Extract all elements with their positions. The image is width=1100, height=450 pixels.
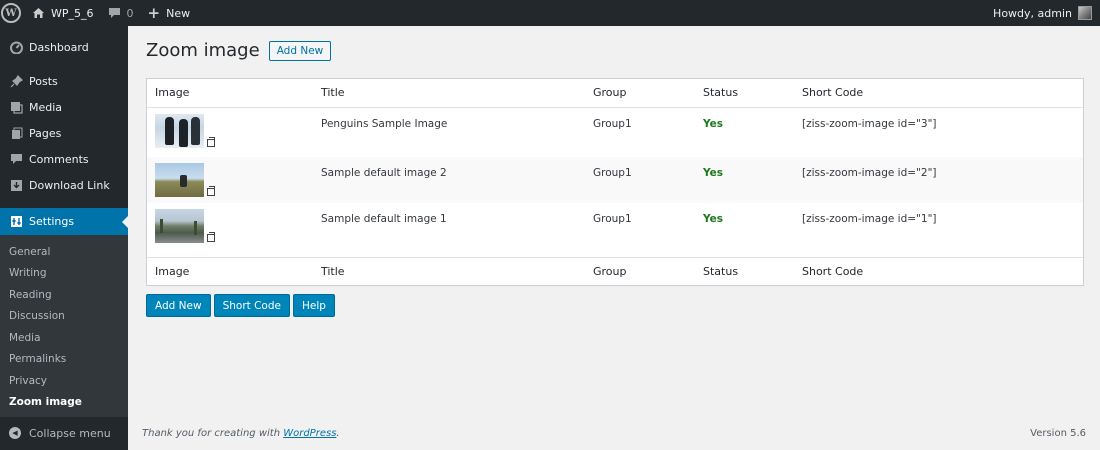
popup-icon[interactable]: [207, 136, 215, 147]
images-table: Image Title Group Status Short Code Peng…: [146, 78, 1084, 286]
table-row: Sample default image 2 Group1 Yes [ziss-…: [147, 157, 1083, 203]
row-group: Group1: [593, 213, 632, 225]
sidebar-item-label: Dashboard: [29, 40, 89, 54]
column-header-image: Image: [147, 79, 313, 108]
footer-thanks-suffix: .: [336, 428, 340, 439]
sidebar-item-label: Comments: [29, 152, 89, 166]
row-shortcode: [ziss-zoom-image id="3"]: [802, 117, 937, 130]
row-status: Yes: [703, 213, 724, 225]
image-thumbnail[interactable]: [155, 163, 204, 197]
add-new-title-button[interactable]: Add New: [268, 40, 332, 61]
pages-icon: [9, 126, 23, 140]
page-header: Zoom image Add New: [146, 40, 332, 61]
avatar: [1078, 6, 1092, 20]
account-link[interactable]: Howdy, admin: [993, 0, 1092, 26]
table-row: Penguins Sample Image Group1 Yes [ziss-z…: [147, 107, 1083, 157]
footer-thanks-prefix: Thank you for creating with: [142, 428, 284, 439]
sidebar-item-download-link[interactable]: Download Link: [0, 172, 128, 198]
submenu-item-general[interactable]: General: [0, 241, 128, 263]
submenu-item-media[interactable]: Media: [0, 327, 128, 349]
table-row: Sample default image 1 Group1 Yes [ziss-…: [147, 203, 1083, 257]
popup-icon[interactable]: [207, 232, 215, 242]
column-footer-title: Title: [313, 256, 585, 285]
submenu-item-writing[interactable]: Writing: [0, 263, 128, 285]
column-header-short-code: Short Code: [794, 79, 1083, 108]
home-icon: [33, 8, 44, 18]
admin-sidebar: Dashboard Posts Media Pages Comments Dow…: [0, 26, 128, 450]
image-thumbnail[interactable]: [155, 209, 204, 243]
comment-icon: [108, 8, 120, 18]
footer-thanks: Thank you for creating with WordPress.: [142, 428, 340, 439]
page-title: Zoom image: [146, 40, 260, 61]
collapse-menu-button[interactable]: ◀ Collapse menu: [0, 420, 111, 446]
row-title: Penguins Sample Image: [321, 117, 448, 130]
sidebar-item-comments[interactable]: Comments: [0, 146, 128, 172]
sidebar-item-media[interactable]: Media: [0, 94, 128, 120]
sidebar-item-settings[interactable]: Settings: [0, 208, 128, 235]
new-content-link[interactable]: + New: [141, 0, 198, 26]
sidebar-item-label: Pages: [29, 126, 62, 140]
row-group: Group1: [593, 167, 632, 179]
dashboard-icon: [9, 40, 23, 54]
new-label: New: [166, 6, 191, 20]
greeting-text: Howdy, admin: [993, 6, 1072, 20]
comment-icon: [9, 152, 23, 166]
column-header-title: Title: [313, 79, 585, 108]
submenu-item-permalinks[interactable]: Permalinks: [0, 349, 128, 371]
version-text: Version 5.6: [1030, 428, 1086, 439]
sidebar-item-pages[interactable]: Pages: [0, 120, 128, 146]
submenu-item-reading[interactable]: Reading: [0, 284, 128, 306]
sidebar-item-label: Media: [29, 100, 63, 114]
row-title: Sample default image 2: [321, 167, 447, 179]
row-shortcode: [ziss-zoom-image id="1"]: [802, 213, 937, 225]
column-footer-short-code: Short Code: [794, 256, 1083, 285]
pin-icon: [9, 74, 23, 88]
submenu-item-zoom-image[interactable]: Zoom image: [0, 392, 128, 414]
submenu-item-discussion[interactable]: Discussion: [0, 306, 128, 328]
download-icon: [9, 178, 23, 192]
column-header-status: Status: [695, 79, 794, 108]
settings-submenu: General Writing Reading Discussion Media…: [0, 235, 128, 417]
sidebar-item-label: Settings: [29, 215, 75, 228]
collapse-label: Collapse menu: [29, 426, 111, 440]
help-button[interactable]: Help: [292, 294, 335, 317]
site-name-label: WP_5_6: [51, 6, 94, 20]
column-footer-image: Image: [147, 256, 313, 285]
admin-footer: Thank you for creating with WordPress. V…: [142, 428, 1086, 439]
row-shortcode: [ziss-zoom-image id="2"]: [802, 167, 937, 179]
sidebar-item-label: Posts: [29, 74, 58, 88]
row-group: Group1: [593, 117, 632, 130]
column-header-group: Group: [585, 79, 695, 108]
sidebar-item-label: Download Link: [29, 178, 110, 192]
action-buttons: Add New Short Code Help: [146, 294, 338, 317]
row-status: Yes: [703, 167, 724, 179]
add-new-button[interactable]: Add New: [146, 294, 211, 317]
column-footer-group: Group: [585, 256, 695, 285]
sidebar-item-posts[interactable]: Posts: [0, 68, 128, 94]
popup-icon[interactable]: [207, 186, 215, 196]
image-thumbnail[interactable]: [155, 113, 204, 148]
table-header-row: Image Title Group Status Short Code: [147, 79, 1083, 108]
collapse-icon: ◀: [9, 427, 21, 439]
short-code-button[interactable]: Short Code: [213, 294, 290, 317]
settings-icon: [9, 215, 23, 229]
main-content: Zoom image Add New Image Title Group Sta…: [128, 26, 1100, 450]
submenu-item-privacy[interactable]: Privacy: [0, 370, 128, 392]
admin-bar: W WP_5_6 0 + New Howdy, admin: [0, 0, 1100, 26]
wordpress-logo-icon[interactable]: W: [1, 3, 21, 23]
comments-link[interactable]: 0: [101, 0, 141, 26]
plus-icon: +: [147, 3, 161, 22]
table-footer-row: Image Title Group Status Short Code: [147, 256, 1083, 285]
media-icon: [9, 100, 23, 114]
row-title: Sample default image 1: [321, 213, 447, 225]
comments-count: 0: [126, 6, 134, 20]
row-status: Yes: [703, 117, 724, 130]
wordpress-link[interactable]: WordPress: [283, 428, 336, 439]
column-footer-status: Status: [695, 256, 794, 285]
sidebar-item-dashboard[interactable]: Dashboard: [0, 34, 128, 60]
site-name-link[interactable]: WP_5_6: [25, 0, 101, 26]
